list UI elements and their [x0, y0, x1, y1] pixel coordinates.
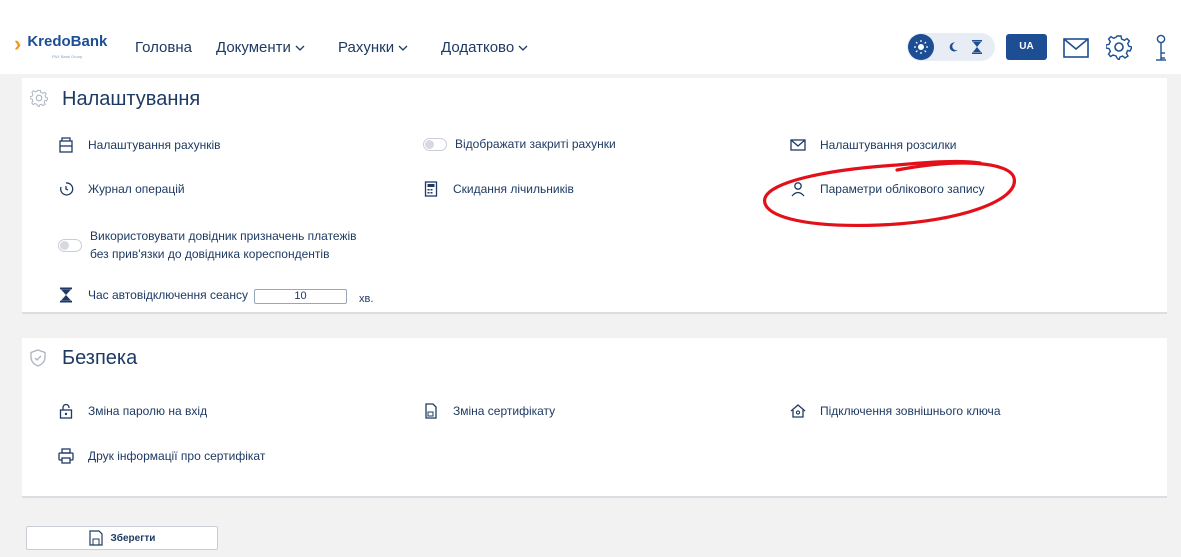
operations-log-link[interactable]: Журнал операцій: [58, 181, 185, 197]
save-label: Зберегти: [110, 532, 156, 544]
nav-additional-label: Додатково: [441, 39, 515, 56]
chevron-down-icon: [295, 45, 305, 51]
use-directory-label: Використовувати довідник призначень плат…: [90, 229, 357, 261]
session-timeout-label: Час автовідключення сеансу: [88, 288, 248, 302]
chevron-down-icon: [518, 45, 528, 51]
logo-chevron-icon: ›: [14, 31, 22, 56]
hourglass-icon: [60, 287, 72, 303]
top-strip: [0, 0, 1181, 12]
external-key-link[interactable]: Підключення зовнішнього ключа: [790, 403, 1001, 419]
print-certificate-link[interactable]: Друк інформації про сертифікат: [58, 448, 265, 464]
nav-home[interactable]: Головна: [135, 39, 192, 56]
lock-icon: [59, 403, 73, 419]
session-timeout-input[interactable]: 10: [254, 289, 347, 304]
nav-home-label: Головна: [135, 39, 192, 56]
change-password-label: Зміна паролю на вхід: [88, 404, 208, 418]
moon-icon[interactable]: [947, 41, 959, 53]
reset-counters-label: Скидання лічильників: [453, 182, 574, 196]
logo-subtitle: PAX Bank Group: [52, 54, 83, 59]
save-button[interactable]: Зберегти: [26, 526, 218, 550]
nav-documents[interactable]: Документи: [216, 39, 305, 56]
certificate-icon: [425, 403, 437, 419]
settings-title: Налаштування: [62, 88, 201, 110]
history-icon: [60, 182, 74, 196]
mailing-settings-label: Налаштування розсилки: [820, 138, 957, 152]
mail-icon[interactable]: [1063, 38, 1089, 58]
account-settings-label: Налаштування рахунків: [88, 138, 221, 152]
print-certificate-label: Друк інформації про сертифікат: [88, 449, 266, 463]
mail-icon: [790, 139, 806, 151]
use-directory-toggle[interactable]: Використовувати довідник призначень плат…: [58, 227, 358, 263]
nav-documents-label: Документи: [216, 39, 291, 56]
session-timeout-row: Час автовідключення сеансу: [58, 287, 248, 303]
gear-icon[interactable]: [1106, 34, 1132, 60]
security-title: Безпека: [62, 347, 138, 369]
nav-additional[interactable]: Додатково: [441, 39, 528, 56]
house-key-icon: [790, 404, 806, 418]
printer-icon: [58, 448, 74, 464]
logo[interactable]: › KredoBank PAX Bank Group: [14, 31, 108, 60]
mailing-settings-link[interactable]: Налаштування розсилки: [790, 137, 957, 153]
session-timeout-unit: хв.: [359, 293, 374, 305]
nav-accounts-label: Рахунки: [338, 39, 395, 56]
toggle-switch[interactable]: [58, 238, 82, 252]
calculator-icon: [424, 181, 438, 197]
sun-icon[interactable]: [908, 34, 934, 60]
accounts-icon: [59, 137, 73, 153]
account-settings-link[interactable]: Налаштування рахунків: [58, 137, 221, 153]
hourglass-icon[interactable]: [971, 40, 983, 54]
change-password-link[interactable]: Зміна паролю на вхід: [58, 403, 207, 419]
save-icon: [88, 530, 103, 546]
operations-log-label: Журнал операцій: [88, 182, 185, 196]
change-certificate-label: Зміна сертифікату: [453, 404, 556, 418]
show-closed-accounts-toggle[interactable]: Відображати закриті рахунки: [423, 137, 616, 151]
reset-counters-link[interactable]: Скидання лічильників: [423, 181, 574, 197]
account-params-label: Параметри облікового запису: [820, 182, 985, 196]
account-params-link[interactable]: Параметри облікового запису: [790, 181, 985, 197]
nav-accounts[interactable]: Рахунки: [338, 39, 408, 56]
settings-card: Налаштування: [22, 78, 1167, 314]
shield-icon: [30, 349, 46, 367]
chevron-down-icon: [398, 45, 408, 51]
change-certificate-link[interactable]: Зміна сертифікату: [423, 403, 555, 419]
toggle-switch[interactable]: [423, 137, 447, 151]
header: › KredoBank PAX Bank Group Головна Докум…: [0, 12, 1181, 74]
language-selector[interactable]: UA: [1006, 34, 1047, 60]
theme-switcher[interactable]: [907, 33, 995, 61]
user-icon: [791, 182, 805, 197]
gear-icon: [30, 89, 48, 107]
logo-brand: KredoBank: [27, 33, 108, 50]
user-key-icon[interactable]: [1153, 34, 1169, 62]
show-closed-label: Відображати закриті рахунки: [455, 137, 616, 151]
external-key-label: Підключення зовнішнього ключа: [820, 404, 1001, 418]
